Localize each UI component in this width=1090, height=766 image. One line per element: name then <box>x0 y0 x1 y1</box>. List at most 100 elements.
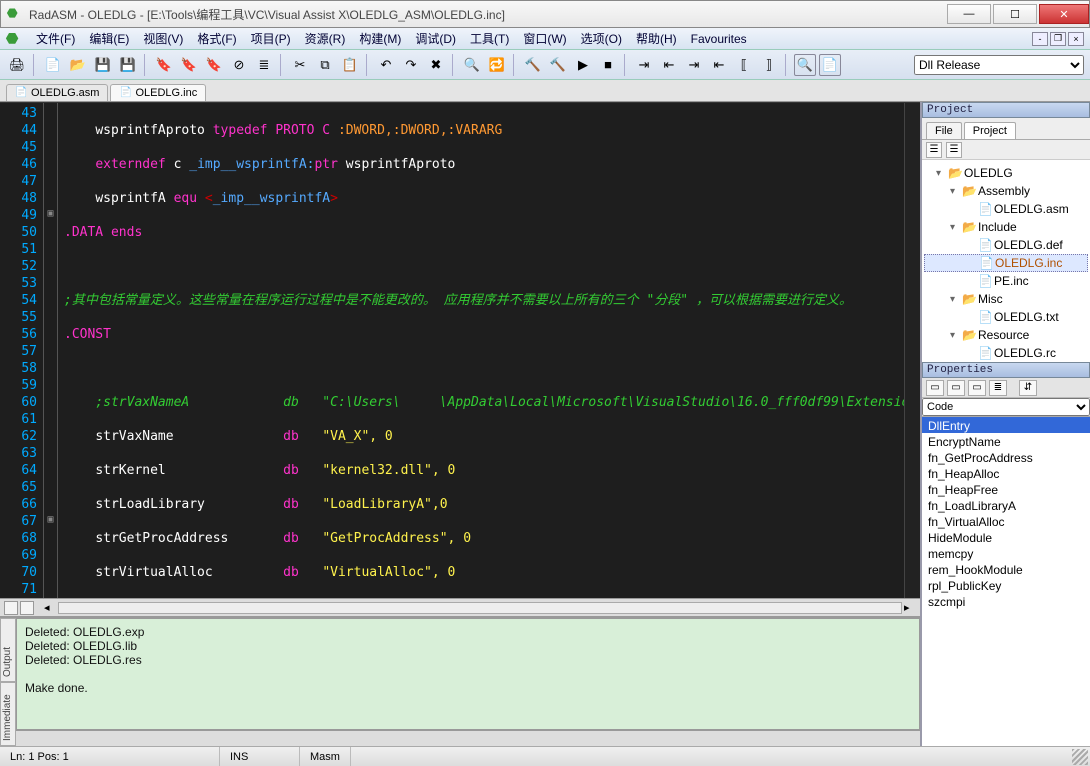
hscroll-left-button[interactable]: ◂ <box>44 601 56 614</box>
project-tool-b-button[interactable]: ☰ <box>946 142 962 158</box>
fold-handle-icon[interactable]: ▣ <box>44 205 57 222</box>
tree-node[interactable]: ▾📂 Assembly <box>924 182 1088 200</box>
list-button[interactable]: ≣ <box>253 54 275 76</box>
properties-category-select[interactable]: Code <box>922 398 1090 416</box>
property-item[interactable]: rem_HookModule <box>922 561 1090 577</box>
menu-help[interactable]: 帮助(H) <box>630 28 683 49</box>
editor-tab-asm[interactable]: 📄 OLEDLG.asm <box>6 84 108 101</box>
menu-edit[interactable]: 编辑(E) <box>83 28 135 49</box>
redo-button[interactable]: ↷ <box>400 54 422 76</box>
save-all-button[interactable]: 💾 <box>117 54 139 76</box>
indent-button[interactable]: ⇥ <box>633 54 655 76</box>
property-item[interactable]: rpl_PublicKey <box>922 577 1090 593</box>
properties-list[interactable]: DllEntryEncryptNamefn_GetProcAddressfn_H… <box>922 416 1090 746</box>
prop-tool-button[interactable]: ▭ <box>968 380 986 396</box>
hscroll-right-button[interactable]: ▸ <box>904 601 916 614</box>
new-file-button[interactable]: 📄 <box>42 54 64 76</box>
uncomment-button[interactable]: ⇤ <box>708 54 730 76</box>
menu-favourites[interactable]: Favourites <box>685 30 753 48</box>
tree-node[interactable]: 📄 OLEDLG.inc <box>924 254 1088 272</box>
rebuild-button[interactable]: 🔨 <box>547 54 569 76</box>
next-bookmark-button[interactable]: 🔖 <box>178 54 200 76</box>
prev-bookmark-button[interactable]: 🔖 <box>203 54 225 76</box>
tree-node[interactable]: 📄 OLEDLG.txt <box>924 308 1088 326</box>
cut-button[interactable]: ✂ <box>289 54 311 76</box>
tree-node[interactable]: 📄 PE.inc <box>924 272 1088 290</box>
property-item[interactable]: fn_GetProcAddress <box>922 449 1090 465</box>
paste-button[interactable]: 📋 <box>339 54 361 76</box>
property-item[interactable]: DllEntry <box>922 417 1090 433</box>
mdi-minimize-button[interactable]: - <box>1032 32 1048 46</box>
prop-tool-button[interactable]: ▭ <box>947 380 965 396</box>
undo-button[interactable]: ↶ <box>375 54 397 76</box>
replace-button[interactable]: 🔁 <box>486 54 508 76</box>
close-button[interactable]: ✕ <box>1039 4 1089 24</box>
resize-grip-icon[interactable] <box>1072 749 1088 765</box>
menu-file[interactable]: 文件(F) <box>30 28 81 49</box>
immediate-tab[interactable]: Immediate <box>0 682 16 746</box>
code-area[interactable]: wsprintfAproto typedef PROTO C :DWORD,:D… <box>58 103 904 598</box>
menu-debug[interactable]: 调试(D) <box>409 28 462 49</box>
property-item[interactable]: memcpy <box>922 545 1090 561</box>
project-tree[interactable]: ▾📂 OLEDLG▾📂 Assembly📄 OLEDLG.asm▾📂 Inclu… <box>922 160 1090 362</box>
project-tab-file[interactable]: File <box>926 122 962 139</box>
build-button[interactable]: 🔨 <box>522 54 544 76</box>
run-button[interactable]: ▶ <box>572 54 594 76</box>
property-item[interactable]: fn_VirtualAlloc <box>922 513 1090 529</box>
tree-node[interactable]: ▾📂 Resource <box>924 326 1088 344</box>
property-item[interactable]: szcmpi <box>922 593 1090 609</box>
maximize-button[interactable]: ☐ <box>993 4 1037 24</box>
project-tool-a-button[interactable]: ☰ <box>926 142 942 158</box>
build-config-select[interactable]: Dll Release <box>914 55 1084 75</box>
menu-options[interactable]: 选项(O) <box>575 28 628 49</box>
menu-tools[interactable]: 工具(T) <box>464 28 515 49</box>
prop-tool-button[interactable]: ≣ <box>989 380 1007 396</box>
menu-resource[interactable]: 资源(R) <box>299 28 352 49</box>
editor-horizontal-scrollbar[interactable] <box>58 602 902 614</box>
editor-tab-inc[interactable]: 📄 OLEDLG.inc <box>110 84 206 101</box>
delete-button[interactable]: ✖ <box>425 54 447 76</box>
tree-node[interactable]: 📄 OLEDLG.def <box>924 236 1088 254</box>
open-file-button[interactable]: 📂 <box>67 54 89 76</box>
find-button[interactable]: 🔍 <box>461 54 483 76</box>
split-view-button-2[interactable] <box>20 601 34 615</box>
fold-column[interactable]: ▣ ▣ <box>44 103 58 598</box>
property-item[interactable]: fn_HeapFree <box>922 481 1090 497</box>
menu-build[interactable]: 构建(M) <box>353 28 407 49</box>
property-item[interactable]: fn_LoadLibraryA <box>922 497 1090 513</box>
mdi-restore-button[interactable]: ❐ <box>1050 32 1066 46</box>
tree-node[interactable]: 📄 OLEDLG.asm <box>924 200 1088 218</box>
fold-handle-icon[interactable]: ▣ <box>44 511 57 528</box>
tool-a-button[interactable]: 🔍 <box>794 54 816 76</box>
clear-bookmarks-button[interactable]: ⊘ <box>228 54 250 76</box>
tree-node[interactable]: ▾📂 OLEDLG <box>924 164 1088 182</box>
menu-window[interactable]: 窗口(W) <box>517 28 572 49</box>
stop-button[interactable]: ■ <box>597 54 619 76</box>
property-item[interactable]: EncryptName <box>922 433 1090 449</box>
tree-node[interactable]: ▾📂 Misc <box>924 290 1088 308</box>
output-panel[interactable]: Deleted: OLEDLG.expDeleted: OLEDLG.libDe… <box>16 618 920 730</box>
menu-format[interactable]: 格式(F) <box>191 28 242 49</box>
property-item[interactable]: fn_HeapAlloc <box>922 465 1090 481</box>
block-end-button[interactable]: ⟧ <box>758 54 780 76</box>
prop-tool-button[interactable]: ▭ <box>926 380 944 396</box>
tool-b-button[interactable]: 📄 <box>819 54 841 76</box>
print-button[interactable]: 🖨 <box>6 54 28 76</box>
minimize-button[interactable]: — <box>947 4 991 24</box>
mdi-close-button[interactable]: × <box>1068 32 1084 46</box>
outdent-button[interactable]: ⇤ <box>658 54 680 76</box>
block-start-button[interactable]: ⟦ <box>733 54 755 76</box>
menu-project[interactable]: 项目(P) <box>245 28 297 49</box>
editor-vertical-scrollbar[interactable] <box>904 103 920 598</box>
property-item[interactable]: HideModule <box>922 529 1090 545</box>
prop-tool-button[interactable]: ⇵ <box>1019 380 1037 396</box>
tree-node[interactable]: 📄 OLEDLG.rc <box>924 344 1088 362</box>
toggle-bookmark-button[interactable]: 🔖 <box>153 54 175 76</box>
code-editor[interactable]: 4344454647484950515253545556575859606162… <box>0 102 920 598</box>
comment-button[interactable]: ⇥ <box>683 54 705 76</box>
copy-button[interactable]: ⧉ <box>314 54 336 76</box>
output-tab[interactable]: Output <box>0 618 16 682</box>
menu-view[interactable]: 视图(V) <box>137 28 189 49</box>
save-button[interactable]: 💾 <box>92 54 114 76</box>
split-view-button[interactable] <box>4 601 18 615</box>
